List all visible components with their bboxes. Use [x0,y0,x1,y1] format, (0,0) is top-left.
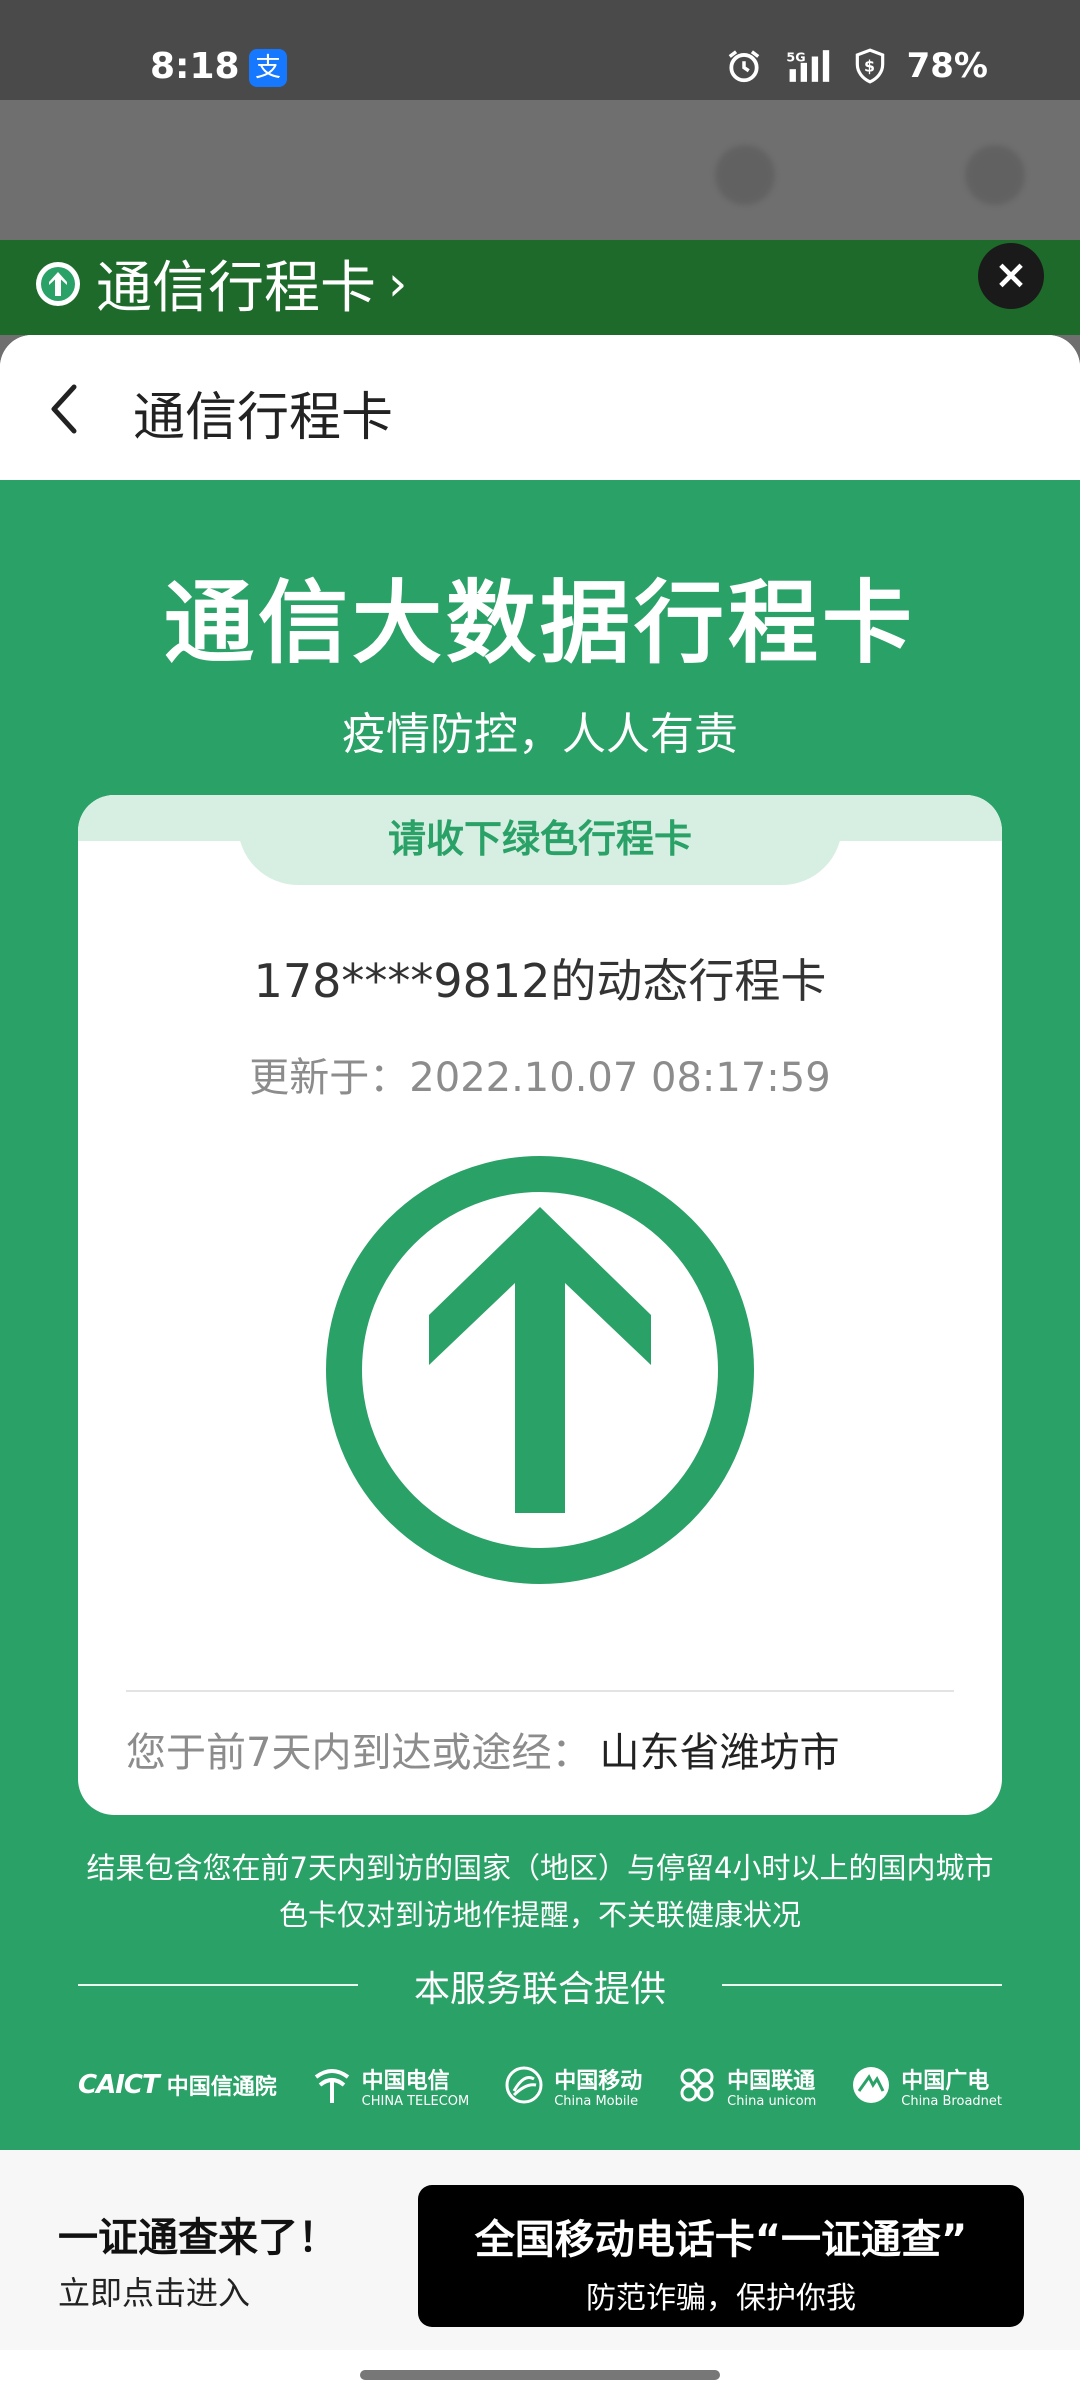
china-mobile-icon [505,2066,543,2104]
china-unicom-icon [680,2068,714,2102]
china-broadnet-icon [853,2067,890,2103]
caict-logo: CAICT 中国信通院 [78,2070,277,2100]
divider-line [722,1984,1002,1986]
shield-dollar-icon: $ [855,48,884,84]
updated-timestamp: 更新于：2022.10.07 08:17:59 [249,1055,831,1101]
phone-number-line: 178****9812的动态行程卡 [253,954,827,1008]
promo-title[interactable]: 一证通查来了！ [58,2205,338,2263]
card-tab-label: 请收下绿色行程卡 [238,795,842,885]
card-divider [126,1690,954,1692]
one-id-check-button[interactable]: 全国移动电话卡“一证通查” 防范诈骗，保护你我 [418,2185,1024,2327]
route-label: 您于前7天内到达或途经： [126,1730,592,1776]
back-arrow-icon[interactable] [44,381,84,437]
svg-text:$: $ [864,57,875,76]
status-time: 8:18 [150,46,240,87]
itinerary-card: 请收下绿色行程卡 178****9812的动态行程卡 更新于：2022.10.0… [78,795,1002,1815]
provider-heading: 本服务联合提供 [413,1969,666,2010]
china-telecom-icon [314,2069,349,2103]
green-arrow-icon [326,1156,754,1584]
alarm-icon [728,50,759,83]
signal-5g-icon: 5G [786,49,829,82]
close-button[interactable]: × [978,243,1044,309]
china-mobile-logo: 中国移动 China Mobile [502,2063,642,2108]
page-title: 通信行程卡 [133,388,394,448]
background-icon [715,145,775,205]
hero-title: 通信大数据行程卡 [164,571,916,676]
background-icon [965,145,1025,205]
chevron-right-icon: › [388,255,408,312]
provider-heading-row: 本服务联合提供 [78,1960,1002,2010]
color-note: 色卡仅对到访地作提醒，不关联健康状况 [278,1898,801,1932]
svg-text:5G: 5G [786,49,805,64]
promo-bar: 一证通查来了！ 立即点击进入 全国移动电话卡“一证通查” 防范诈骗，保护你我 [0,2150,1080,2350]
china-broadnet-logo: 中国广电 China Broadnet [849,2063,1002,2108]
background-app-bar [0,100,1080,250]
mini-app-title[interactable]: 通信行程卡 › [34,243,407,324]
promo-button-title: 全国移动电话卡“一证通查” [474,2217,968,2263]
china-unicom-logo: 中国联通 China unicom [675,2063,816,2108]
itinerary-logo-icon [36,261,80,306]
route-line: 您于前7天内到达或途经： 山东省潍坊市 [126,1720,839,1778]
status-icons: 5G $ 78% [725,46,988,86]
alipay-notification-icon: 支 [249,49,287,87]
result-note: 结果包含您在前7天内到访的国家（地区）与停留4小时以上的国内城市 [86,1851,994,1885]
nav-bar: 通信行程卡 [0,335,1080,480]
promo-subtitle[interactable]: 立即点击进入 [58,2268,250,2314]
itinerary-panel: 通信大数据行程卡 疫情防控，人人有责 请收下绿色行程卡 178****9812的… [0,480,1080,2150]
itinerary-sheet: 通信行程卡 通信大数据行程卡 疫情防控，人人有责 请收下绿色行程卡 178***… [0,335,1080,2400]
hero-subtitle: 疫情防控，人人有责 [342,709,738,760]
mini-app-title-text: 通信行程卡 [96,256,376,321]
route-city: 山东省潍坊市 [599,1730,840,1776]
provider-logos: CAICT 中国信通院 中国电信 CHINA TELECOM 中国移动 China … [78,2055,1002,2115]
promo-button-subtitle: 防范诈骗，保护你我 [586,2281,856,2316]
home-indicator[interactable] [360,2370,720,2380]
battery-level: 78% [906,46,988,86]
china-telecom-logo: 中国电信 CHINA TELECOM [310,2063,469,2108]
